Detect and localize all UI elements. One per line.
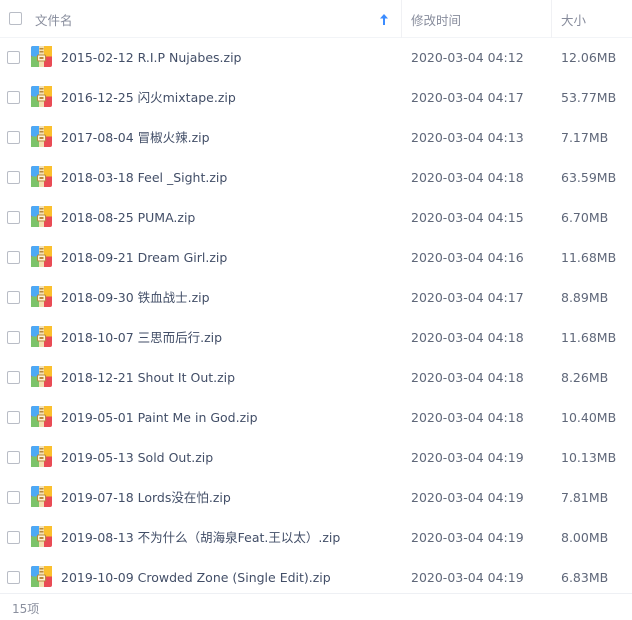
file-modified-time: 2020-03-04 04:18	[411, 410, 524, 425]
file-size: 8.89MB	[561, 290, 609, 305]
row-checkbox[interactable]	[7, 291, 20, 304]
table-row[interactable]: 2019-07-18 Lords没在怕.zip 2020-03-04 04:19…	[0, 478, 632, 518]
file-name-link[interactable]: 2019-05-13 Sold Out.zip	[61, 438, 401, 478]
file-size: 7.17MB	[561, 130, 609, 145]
item-count: 15项	[12, 602, 40, 616]
file-modified-time: 2020-03-04 04:19	[411, 450, 524, 465]
file-modified-time: 2020-03-04 04:16	[411, 250, 524, 265]
file-modified-time: 2020-03-04 04:12	[411, 50, 524, 65]
zip-archive-icon	[31, 206, 52, 227]
file-list-header: 文件名 修改时间 大小	[0, 0, 632, 38]
row-checkbox[interactable]	[7, 411, 20, 424]
file-modified-time: 2020-03-04 04:15	[411, 210, 524, 225]
row-checkbox[interactable]	[7, 91, 20, 104]
table-row[interactable]: 2018-09-21 Dream Girl.zip 2020-03-04 04:…	[0, 238, 632, 278]
table-row[interactable]: 2018-09-30 铁血战士.zip 2020-03-04 04:17 8.8…	[0, 278, 632, 318]
file-size: 8.00MB	[561, 530, 609, 545]
table-row[interactable]: 2018-03-18 Feel _Sight.zip 2020-03-04 04…	[0, 158, 632, 198]
file-modified-time: 2020-03-04 04:18	[411, 330, 524, 345]
file-name-link[interactable]: 2018-12-21 Shout It Out.zip	[61, 358, 401, 398]
file-name-link[interactable]: 2015-02-12 R.I.P Nujabes.zip	[61, 38, 401, 78]
zip-archive-icon	[31, 326, 52, 347]
table-row[interactable]: 2017-08-04 冒椒火辣.zip 2020-03-04 04:13 7.1…	[0, 118, 632, 158]
sort-ascending-icon-shape	[380, 13, 388, 25]
file-size: 6.83MB	[561, 570, 609, 585]
file-name-link[interactable]: 2019-08-13 不为什么（胡海泉Feat.王以太）.zip	[61, 518, 401, 558]
file-modified-time: 2020-03-04 04:18	[411, 370, 524, 385]
file-size: 6.70MB	[561, 210, 609, 225]
table-row[interactable]: 2018-08-25 PUMA.zip 2020-03-04 04:15 6.7…	[0, 198, 632, 238]
file-modified-time: 2020-03-04 04:18	[411, 170, 524, 185]
zip-archive-icon	[31, 566, 52, 587]
file-modified-time: 2020-03-04 04:13	[411, 130, 524, 145]
file-name-link[interactable]: 2017-08-04 冒椒火辣.zip	[61, 118, 401, 158]
zip-archive-icon	[31, 246, 52, 267]
zip-archive-icon	[31, 86, 52, 107]
arrow-up-icon[interactable]	[379, 12, 389, 26]
table-row[interactable]: 2019-08-13 不为什么（胡海泉Feat.王以太）.zip 2020-03…	[0, 518, 632, 558]
row-checkbox[interactable]	[7, 51, 20, 64]
zip-archive-icon	[31, 406, 52, 427]
column-header-size-label: 大小	[561, 12, 587, 28]
row-checkbox[interactable]	[7, 251, 20, 264]
zip-archive-icon	[31, 446, 52, 467]
table-row[interactable]: 2019-05-13 Sold Out.zip 2020-03-04 04:19…	[0, 438, 632, 478]
column-header-name-label: 文件名	[35, 12, 73, 28]
table-row[interactable]: 2018-10-07 三思而后行.zip 2020-03-04 04:18 11…	[0, 318, 632, 358]
table-row[interactable]: 2019-10-09 Crowded Zone (Single Edit).zi…	[0, 558, 632, 598]
file-size: 11.68MB	[561, 250, 617, 265]
file-list: 2015-02-12 R.I.P Nujabes.zip 2020-03-04 …	[0, 38, 632, 598]
file-modified-time: 2020-03-04 04:19	[411, 530, 524, 545]
zip-archive-icon	[31, 526, 52, 547]
table-row[interactable]: 2016-12-25 闪火mixtape.zip 2020-03-04 04:1…	[0, 78, 632, 118]
file-size: 12.06MB	[561, 50, 617, 65]
file-name-link[interactable]: 2018-09-21 Dream Girl.zip	[61, 238, 401, 278]
file-modified-time: 2020-03-04 04:19	[411, 490, 524, 505]
zip-archive-icon	[31, 46, 52, 67]
row-checkbox[interactable]	[7, 331, 20, 344]
zip-archive-icon	[31, 486, 52, 507]
file-size: 8.26MB	[561, 370, 609, 385]
table-row[interactable]: 2018-12-21 Shout It Out.zip 2020-03-04 0…	[0, 358, 632, 398]
row-checkbox[interactable]	[7, 171, 20, 184]
column-header-name[interactable]: 文件名	[35, 0, 402, 38]
file-name-link[interactable]: 2019-05-01 Paint Me in God.zip	[61, 398, 401, 438]
table-row[interactable]: 2019-05-01 Paint Me in God.zip 2020-03-0…	[0, 398, 632, 438]
file-size: 63.59MB	[561, 170, 617, 185]
zip-archive-icon	[31, 366, 52, 387]
zip-archive-icon	[31, 286, 52, 307]
file-name-link[interactable]: 2019-07-18 Lords没在怕.zip	[61, 478, 401, 518]
row-checkbox[interactable]	[7, 491, 20, 504]
table-row[interactable]: 2015-02-12 R.I.P Nujabes.zip 2020-03-04 …	[0, 38, 632, 78]
row-checkbox[interactable]	[7, 371, 20, 384]
column-header-time[interactable]: 修改时间	[411, 0, 552, 38]
file-modified-time: 2020-03-04 04:17	[411, 290, 524, 305]
column-header-time-label: 修改时间	[411, 12, 462, 28]
file-name-link[interactable]: 2018-03-18 Feel _Sight.zip	[61, 158, 401, 198]
row-checkbox[interactable]	[7, 531, 20, 544]
file-size: 11.68MB	[561, 330, 617, 345]
file-list-footer: 15项	[0, 593, 632, 620]
column-header-size[interactable]: 大小	[561, 0, 586, 38]
zip-archive-icon	[31, 166, 52, 187]
zip-archive-icon	[31, 126, 52, 147]
row-checkbox[interactable]	[7, 131, 20, 144]
file-size: 10.40MB	[561, 410, 617, 425]
file-name-link[interactable]: 2019-10-09 Crowded Zone (Single Edit).zi…	[61, 558, 401, 598]
row-checkbox[interactable]	[7, 451, 20, 464]
file-name-link[interactable]: 2018-09-30 铁血战士.zip	[61, 278, 401, 318]
select-all-checkbox[interactable]	[9, 12, 22, 25]
row-checkbox[interactable]	[7, 571, 20, 584]
file-size: 53.77MB	[561, 90, 617, 105]
file-modified-time: 2020-03-04 04:19	[411, 570, 524, 585]
file-name-link[interactable]: 2018-10-07 三思而后行.zip	[61, 318, 401, 358]
file-modified-time: 2020-03-04 04:17	[411, 90, 524, 105]
file-size: 7.81MB	[561, 490, 609, 505]
file-name-link[interactable]: 2018-08-25 PUMA.zip	[61, 198, 401, 238]
row-checkbox[interactable]	[7, 211, 20, 224]
file-size: 10.13MB	[561, 450, 617, 465]
file-name-link[interactable]: 2016-12-25 闪火mixtape.zip	[61, 78, 401, 118]
